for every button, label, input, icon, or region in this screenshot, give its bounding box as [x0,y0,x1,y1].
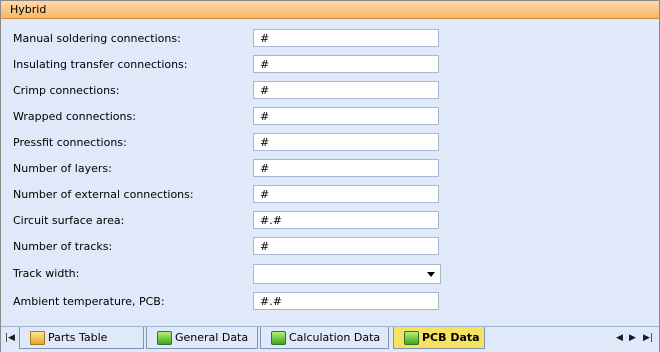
number-of-layers-input[interactable] [253,159,439,177]
prev-sheet-button[interactable]: ◀ [616,333,623,343]
section-header: Hybrid [1,1,659,19]
field-row-ambient-temperature: Ambient temperature, PCB: [1,292,659,312]
field-row-tracks: Number of tracks: [1,237,659,257]
field-label: Circuit surface area: [13,214,124,227]
table-icon [30,331,45,345]
sheet-icon [404,331,419,345]
tab-parts-table[interactable]: Parts Table [19,327,144,349]
field-row-layers: Number of layers: [1,159,659,179]
field-label: Insulating transfer connections: [13,58,188,71]
chevron-down-icon[interactable] [427,272,435,277]
field-label: Number of external connections: [13,188,194,201]
field-row-surface-area: Circuit surface area: [1,211,659,231]
form-panel: Manual soldering connections: Insulating… [1,19,659,325]
field-row-crimp: Crimp connections: [1,81,659,101]
tab-label: Parts Table [48,331,107,344]
field-label: Manual soldering connections: [13,32,181,45]
field-row-external-connections: Number of external connections: [1,185,659,205]
field-label: Pressfit connections: [13,136,127,149]
next-sheet-button[interactable]: ▶ [629,333,636,343]
track-width-dropdown[interactable] [253,264,441,284]
number-of-tracks-input[interactable] [253,237,439,255]
field-label: Track width: [13,267,79,280]
form-window: Hybrid Manual soldering connections: Ins… [0,0,660,352]
pressfit-connections-input[interactable] [253,133,439,151]
sheet-tab-bar: |◀ Parts Table General Data Calculation … [1,326,659,352]
last-sheet-button[interactable]: ▶| [643,333,653,343]
tab-calculation-data[interactable]: Calculation Data [260,327,389,349]
field-row-pressfit: Pressfit connections: [1,133,659,153]
tab-label: General Data [175,331,248,344]
field-label: Ambient temperature, PCB: [13,295,165,308]
first-sheet-button[interactable]: |◀ [5,333,15,343]
field-row-wrapped: Wrapped connections: [1,107,659,127]
wrapped-connections-input[interactable] [253,107,439,125]
field-row-track-width: Track width: [1,264,659,284]
field-label: Number of layers: [13,162,112,175]
field-row-manual-soldering: Manual soldering connections: [1,29,659,49]
tab-pcb-data[interactable]: PCB Data [393,327,485,349]
tab-label: PCB Data [422,331,480,344]
tab-general-data[interactable]: General Data [146,327,258,349]
field-row-insulating-transfer: Insulating transfer connections: [1,55,659,75]
external-connections-input[interactable] [253,185,439,203]
field-label: Number of tracks: [13,240,112,253]
field-label: Wrapped connections: [13,110,136,123]
insulating-transfer-connections-input[interactable] [253,55,439,73]
crimp-connections-input[interactable] [253,81,439,99]
circuit-surface-area-input[interactable] [253,211,439,229]
section-title: Hybrid [10,3,46,16]
ambient-temperature-input[interactable] [253,292,439,310]
tab-label: Calculation Data [289,331,380,344]
sheet-icon [157,331,172,345]
manual-soldering-connections-input[interactable] [253,29,439,47]
field-label: Crimp connections: [13,84,120,97]
sheet-icon [271,331,286,345]
